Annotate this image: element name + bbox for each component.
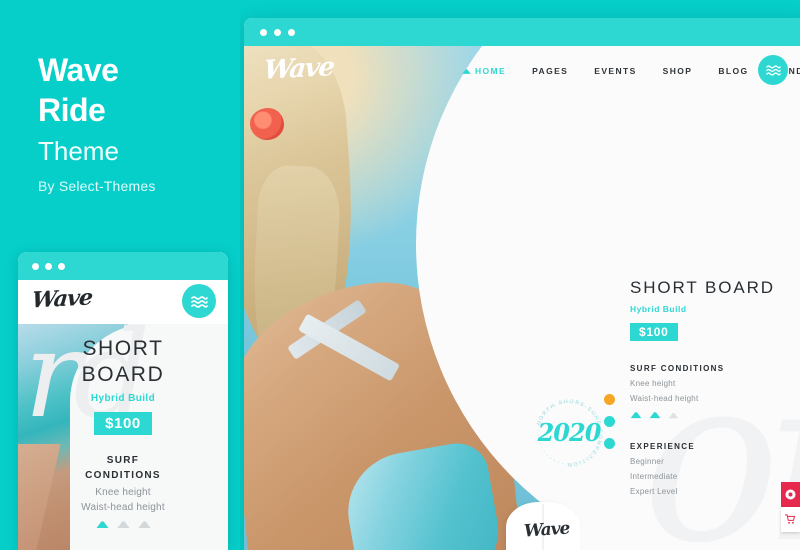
nav-item-home-label: HOME — [475, 66, 507, 76]
mobile-surf-conditions-heading: SURF CONDITIONS — [18, 453, 228, 483]
site-logo[interactable]: Wave — [262, 52, 334, 86]
nav-item-events-label: EVENTS — [594, 66, 637, 76]
wave-rating-icon-empty — [117, 521, 129, 529]
promo-subtitle: Theme — [38, 136, 119, 166]
experience-item: Expert Level — [630, 487, 678, 496]
mobile-condition-item: Knee height — [95, 487, 151, 499]
mobile-hero: rd SHORT BOARD Hybrid Build $100 SURF CO… — [18, 324, 228, 550]
surfboard-logo: Wave — [523, 518, 570, 542]
slider-dot-3[interactable] — [604, 438, 615, 449]
mobile-mockup: Wave rd SHORT BOARD Hybrid Build $100 SU… — [18, 252, 228, 550]
experience-item: Intermediate — [630, 472, 678, 481]
mobile-product-title-line2: BOARD — [81, 362, 165, 386]
browser-titlebar — [244, 18, 800, 46]
nav-item-pages-label: PAGES — [532, 66, 569, 76]
mobile-surf-conditions-heading-line2: CONDITIONS — [85, 470, 161, 482]
mobile-titlebar-dot-2[interactable] — [45, 263, 52, 270]
competition-badge: NORTH SHORE SURF COMPETITION 2020 — [532, 396, 606, 470]
wave-rating-icon-filled — [630, 412, 642, 419]
browser-titlebar-dot-3[interactable] — [288, 29, 295, 36]
mobile-titlebar — [18, 252, 228, 280]
mobile-product-title: SHORT BOARD — [18, 336, 228, 387]
nav-item-pages[interactable]: PAGES — [532, 66, 568, 76]
mobile-hamburger-waves-icon[interactable] — [182, 284, 216, 318]
nav-item-shop[interactable]: SHOP — [663, 66, 693, 76]
mobile-product-price: $100 — [94, 412, 152, 436]
nav-item-shop-label: SHOP — [662, 66, 693, 76]
mobile-wave-rating — [18, 520, 228, 529]
wave-rating-icon-empty — [138, 521, 150, 529]
nav-links: HOME PAGES EVENTS SHOP BLOG LANDING — [462, 66, 800, 76]
site-navbar: Wave HOME PAGES EVENTS SHOP BLOG — [244, 46, 800, 102]
condition-item: Knee height — [630, 379, 676, 388]
nav-item-home[interactable]: HOME — [462, 66, 506, 76]
slider-dot-1[interactable] — [604, 394, 615, 405]
options-circle-icon — [785, 489, 796, 500]
nav-item-blog-label: BLOG — [718, 66, 749, 76]
promo-byline: By Select-Themes — [38, 178, 156, 194]
badge-year: 2020 — [537, 418, 602, 447]
product-title: SHORT BOARD — [630, 278, 775, 297]
nav-item-events[interactable]: EVENTS — [594, 66, 636, 76]
product-build: Hybrid Build — [630, 304, 687, 314]
surf-conditions-heading: SURF CONDITIONS — [630, 364, 725, 373]
browser-titlebar-dot-1[interactable] — [260, 29, 267, 36]
hamburger-waves-icon[interactable] — [758, 55, 788, 85]
mobile-condition-item: Waist-head height — [81, 502, 165, 514]
mobile-titlebar-dot-3[interactable] — [58, 263, 65, 270]
promo-title-line2: Ride — [38, 92, 106, 128]
theme-options-button[interactable] — [781, 482, 800, 507]
condition-item: Waist-head height — [630, 394, 699, 403]
promo-title-line1: Wave — [38, 52, 119, 88]
promo-title: Wave Ride — [38, 50, 119, 130]
wave-rating-icon-empty — [668, 412, 679, 419]
nav-item-blog[interactable]: BLOG — [718, 66, 748, 76]
mobile-site-header: Wave — [18, 280, 228, 324]
experience-heading: EXPERIENCE — [630, 442, 696, 451]
cart-button[interactable] — [781, 507, 800, 532]
browser-viewport: ord Wave HOME PAGES EVENTS SHOP — [244, 46, 800, 550]
wave-rating-icon-filled — [96, 521, 108, 529]
side-widgets — [781, 482, 800, 532]
wave-rating — [630, 411, 800, 419]
browser-window: ord Wave HOME PAGES EVENTS SHOP — [244, 18, 800, 550]
slider-dot-2[interactable] — [604, 416, 615, 427]
mobile-product-build: Hybrid Build — [90, 393, 156, 405]
shopping-cart-icon — [785, 514, 796, 524]
product-price: $100 — [630, 323, 678, 341]
mobile-product-info: SHORT BOARD Hybrid Build $100 SURF CONDI… — [18, 324, 228, 550]
mobile-surf-conditions-heading-line1: SURF — [106, 455, 140, 467]
browser-titlebar-dot-2[interactable] — [274, 29, 281, 36]
mobile-product-title-line1: SHORT — [82, 337, 164, 360]
wave-icon — [462, 68, 471, 74]
surfboard-graphic: Wave — [506, 502, 580, 550]
hero-photo-flower-scrunchie — [250, 108, 284, 140]
mobile-titlebar-dot-1[interactable] — [32, 263, 39, 270]
mobile-site-logo[interactable]: Wave — [31, 284, 93, 313]
product-info-panel: SHORT BOARD Hybrid Build $100 SURF CONDI… — [630, 278, 800, 496]
experience-item: Beginner — [630, 457, 665, 466]
slider-dots — [604, 394, 615, 449]
wave-rating-icon-filled — [649, 412, 661, 419]
